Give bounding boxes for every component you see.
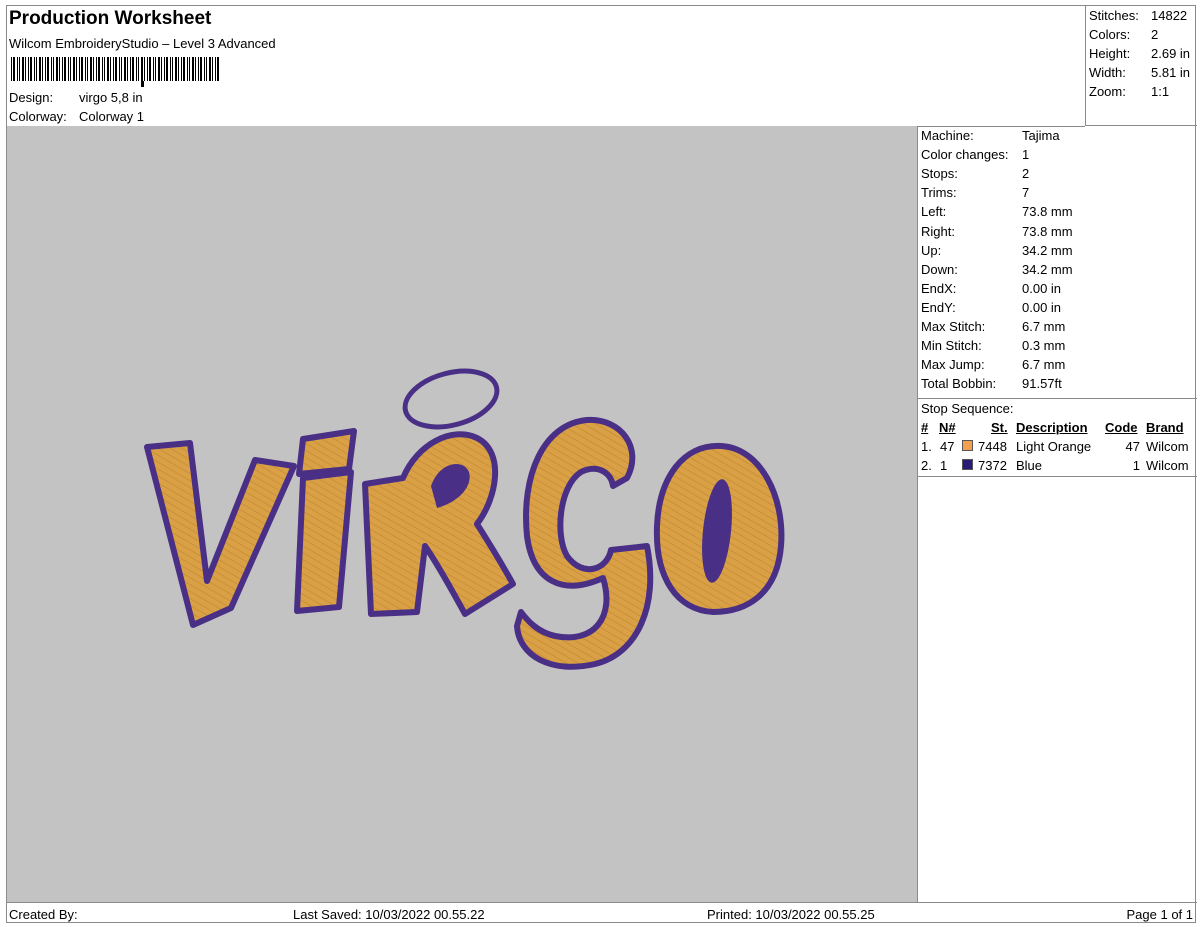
- letter-g-shape: [514, 416, 654, 670]
- stop-sequence-title: Stop Sequence:: [921, 401, 1014, 416]
- height-row: Height: 2.69 in: [1089, 46, 1191, 61]
- colors-value: 2: [1151, 27, 1159, 42]
- letter-i-stem-shape: [294, 469, 354, 614]
- col-header-num: #: [921, 420, 929, 435]
- machine-info-label: Right:: [921, 223, 955, 239]
- height-value: 2.69 in: [1151, 46, 1191, 61]
- machine-info-row: Total Bobbin: 91.57ft: [921, 376, 1062, 391]
- machine-info-value: Tajima: [1022, 128, 1060, 143]
- letter-r-shape: [362, 431, 516, 617]
- design-row: Design: virgo 5,8 in: [9, 90, 143, 105]
- machine-info-value: 0.00 in: [1022, 280, 1062, 296]
- machine-info-row: EndX: 0.00 in: [921, 281, 1061, 296]
- width-row: Width: 5.81 in: [1089, 65, 1191, 80]
- machine-info-row: Machine: Tajima: [921, 128, 1060, 143]
- page-number: Page 1 of 1: [1126, 907, 1194, 922]
- design-value: virgo 5,8 in: [79, 90, 143, 105]
- machine-info-row: Max Jump: 6.7 mm: [921, 357, 1065, 372]
- machine-info-value: 73.8 mm: [1022, 204, 1073, 220]
- machine-info-label: Stops:: [921, 166, 958, 182]
- machine-properties: Machine: Tajima Color changes: 1 Stops: 2 Trim…: [918, 126, 1197, 902]
- machine-info-value: 6.7 mm: [1022, 319, 1066, 334]
- width-value: 5.81 in: [1151, 65, 1191, 80]
- machine-info-value: 91.57ft: [1022, 376, 1062, 392]
- machine-info-label: Max Stitch:: [921, 319, 986, 334]
- machine-info-row: Up: 34.2 mm: [921, 243, 1073, 258]
- machine-info-value: 2: [1022, 166, 1030, 182]
- machine-info-label: Up:: [921, 242, 942, 258]
- stitches-value: 14822: [1151, 8, 1188, 23]
- design-label: Design:: [9, 90, 54, 105]
- colors-row: Colors: 2: [1089, 27, 1159, 42]
- machine-info-row: Right: 73.8 mm: [921, 224, 1073, 239]
- colorway-label: Colorway:: [9, 109, 67, 124]
- divider: [918, 476, 1197, 477]
- machine-info-label: Left:: [921, 204, 947, 220]
- letter-i-dot-shape: [296, 428, 357, 477]
- design-summary: Stitches: 14822 Colors: 2 Height: 2.69 in W…: [1085, 6, 1197, 126]
- col-header-code: Code: [1105, 420, 1138, 435]
- color-swatch: [962, 440, 973, 451]
- machine-info-row: Left: 73.8 mm: [921, 204, 1073, 219]
- zoom-row: Zoom: 1:1: [1089, 84, 1170, 99]
- embroidery-design-image: [144, 368, 785, 670]
- zoom-value: 1:1: [1151, 84, 1170, 99]
- worksheet-footer: Created By: Last Saved: 10/03/2022 00.55…: [7, 902, 1197, 924]
- machine-info-row: Max Stitch: 6.7 mm: [921, 319, 1065, 334]
- machine-info-label: Max Jump:: [921, 357, 985, 373]
- machine-info-row: Color changes: 1: [921, 147, 1029, 162]
- color-swatch: [962, 459, 973, 470]
- machine-info-value: 34.2 mm: [1022, 242, 1073, 258]
- col-header-n: N#: [939, 420, 956, 435]
- letter-v-shape: [144, 440, 297, 628]
- machine-info-value: 1: [1022, 147, 1030, 163]
- machine-info-value: 34.2 mm: [1022, 261, 1073, 277]
- software-name: Wilcom EmbroideryStudio – Level 3 Advanc…: [9, 36, 276, 51]
- machine-info-label: Color changes:: [921, 147, 1009, 163]
- machine-info-row: Stops: 2: [921, 166, 1029, 181]
- machine-info-label: EndX:: [921, 280, 957, 296]
- machine-info-value: 73.8 mm: [1022, 223, 1073, 239]
- machine-info-value: 7: [1022, 185, 1030, 201]
- last-saved: Last Saved: 10/03/2022 00.55.22: [293, 907, 485, 922]
- col-header-st: St.: [991, 420, 1008, 435]
- machine-info-label: Machine:: [921, 128, 974, 143]
- machine-info-value: 0.3 mm: [1022, 338, 1066, 354]
- col-header-description: Description: [1016, 420, 1088, 435]
- machine-info-label: Total Bobbin:: [921, 376, 997, 392]
- machine-info-label: Down:: [921, 261, 958, 277]
- machine-info-row: Down: 34.2 mm: [921, 262, 1073, 277]
- machine-info-value: 6.7 mm: [1022, 357, 1066, 373]
- stitches-row: Stitches: 14822: [1089, 8, 1188, 23]
- col-header-brand: Brand: [1146, 420, 1184, 435]
- printed-date: Printed: 10/03/2022 00.55.25: [707, 907, 875, 922]
- page-title: Production Worksheet: [9, 8, 212, 29]
- halo-shape: [402, 368, 500, 430]
- machine-info-label: Trims:: [921, 185, 957, 201]
- machine-info-value: 0.00 in: [1022, 299, 1062, 315]
- colorway-row: Colorway: Colorway 1: [9, 109, 144, 124]
- divider: [918, 398, 1197, 399]
- machine-info-row: Trims: 7: [921, 185, 1029, 200]
- machine-info-label: EndY:: [921, 299, 956, 315]
- worksheet-header: Production Worksheet Wilcom EmbroiderySt…: [7, 6, 1085, 127]
- virgo-lettering: [144, 368, 785, 670]
- machine-info-label: Min Stitch:: [921, 338, 982, 354]
- created-by: Created By:: [9, 907, 78, 922]
- machine-info-row: Min Stitch: 0.3 mm: [921, 338, 1065, 353]
- production-worksheet: Production Worksheet Wilcom EmbroiderySt…: [6, 5, 1197, 924]
- barcode-image: [11, 57, 219, 87]
- colorway-value: Colorway 1: [79, 109, 145, 124]
- design-preview: [7, 126, 918, 902]
- machine-info-row: EndY: 0.00 in: [921, 300, 1061, 315]
